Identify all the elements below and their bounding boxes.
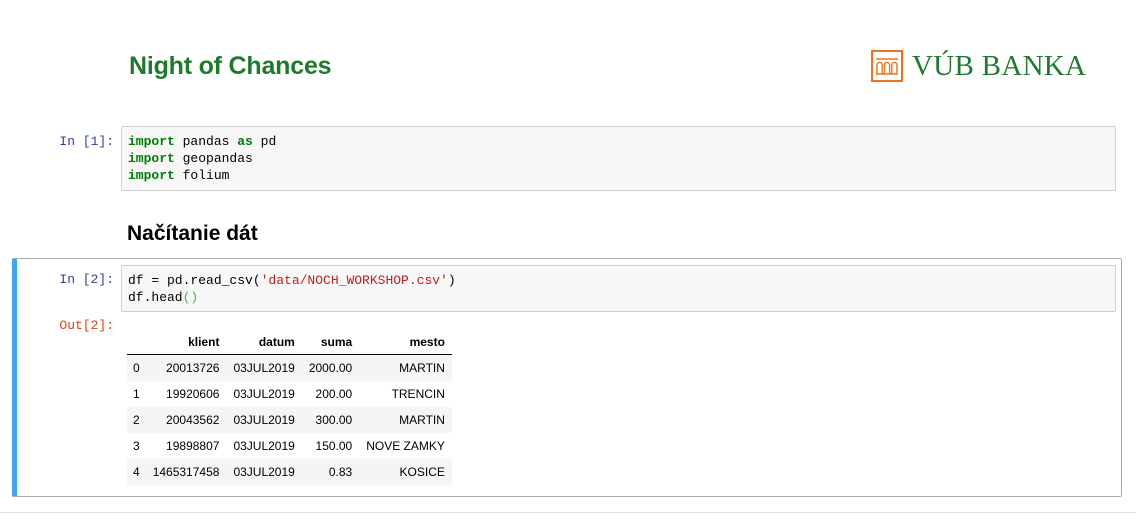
table-body: 0 20013726 03JUL2019 2000.00 MARTIN 1 19920606… xyxy=(127,354,452,485)
table-cell: 1465317458 xyxy=(152,465,220,479)
input-prompt: In [1]: xyxy=(59,134,114,149)
page-title: Night of Chances xyxy=(129,52,332,80)
code-token: pandas xyxy=(174,134,238,149)
table-cell: 20013726 xyxy=(166,361,220,375)
code-token: pd xyxy=(252,134,277,149)
table-cell: 0.83 xyxy=(328,465,353,479)
table-cell: 03JUL2019 xyxy=(233,439,295,453)
divider xyxy=(0,512,1136,513)
code-token: df = pd.read_csv( xyxy=(128,273,261,288)
code-line: import folium xyxy=(128,167,1109,184)
row-index: 2 xyxy=(133,413,140,427)
table-cell: 03JUL2019 xyxy=(233,361,295,375)
table-cell: 300.00 xyxy=(315,413,353,427)
table-cell: 150.00 xyxy=(315,439,353,453)
input-prompt: In [2]: xyxy=(59,272,114,287)
code-line: df = pd.read_csv('data/NOCH_WORKSHOP.csv… xyxy=(128,272,1109,289)
dataframe-table: klient datum suma mesto 0 20013726 03JUL2019 2… xyxy=(127,330,452,485)
table-cell: MARTIN xyxy=(399,413,445,427)
table-cell: 19920606 xyxy=(166,387,220,401)
vub-logo: VÚB BANKA xyxy=(871,49,1086,83)
row-index: 3 xyxy=(133,439,140,453)
notebook: Night of Chances VÚB BANKA In [1]: impor… xyxy=(0,0,1136,514)
code-line: df.head() xyxy=(128,289,1109,306)
table-cell: NOVE ZAMKY xyxy=(366,439,445,453)
table-cell: KOSICE xyxy=(399,465,445,479)
code-token: import xyxy=(128,168,175,183)
table-row: 0 20013726 03JUL2019 2000.00 MARTIN xyxy=(127,354,452,381)
code-token: import xyxy=(128,151,175,166)
row-index: 0 xyxy=(133,361,140,375)
table-cell: 03JUL2019 xyxy=(233,413,295,427)
table-cell: TRENCIN xyxy=(391,387,445,401)
table-cell: 20043562 xyxy=(166,413,220,427)
code-line: import geopandas xyxy=(128,150,1109,167)
column-header: datum xyxy=(226,330,302,355)
table-cell: 200.00 xyxy=(315,387,353,401)
table-row: 3 19898807 03JUL2019 150.00 NOVE ZAMKY xyxy=(127,433,452,459)
vub-arches-icon xyxy=(871,50,903,82)
table-cell: 03JUL2019 xyxy=(233,465,295,479)
code-token: as xyxy=(237,134,253,149)
section-heading: Načítanie dát xyxy=(127,222,258,245)
table-row: 2 20043562 03JUL2019 300.00 MARTIN xyxy=(127,407,452,433)
table-cell: MARTIN xyxy=(399,361,445,375)
table-cell: 2000.00 xyxy=(308,361,353,375)
code-token: geopandas xyxy=(174,151,253,166)
table-row: 1 19920606 03JUL2019 200.00 TRENCIN xyxy=(127,381,452,407)
code-token: folium xyxy=(174,168,230,183)
code-token: 'data/NOCH_WORKSHOP.csv' xyxy=(260,273,448,288)
table-header-row: klient datum suma mesto xyxy=(127,330,452,355)
code-cell-input[interactable]: import pandas as pd import geopandas impor… xyxy=(121,126,1116,191)
output-prompt: Out[2]: xyxy=(59,318,114,333)
column-header: klient xyxy=(145,330,227,355)
row-index: 1 xyxy=(133,387,140,401)
code-token: () xyxy=(182,290,199,305)
code-line: import pandas as pd xyxy=(128,133,1109,150)
column-header xyxy=(127,330,146,355)
column-header: suma xyxy=(301,330,360,355)
row-index: 4 xyxy=(133,465,140,479)
table-cell: 19898807 xyxy=(166,439,220,453)
code-token: df.head xyxy=(128,290,183,305)
table-row: 4 1465317458 03JUL2019 0.83 KOSICE xyxy=(127,459,452,485)
code-cell-input[interactable]: df = pd.read_csv('data/NOCH_WORKSHOP.csv… xyxy=(121,265,1116,312)
column-header: mesto xyxy=(359,330,452,355)
code-token: ) xyxy=(447,273,456,288)
code-token: import xyxy=(128,134,175,149)
table-cell: 03JUL2019 xyxy=(233,387,295,401)
logo-text: VÚB BANKA xyxy=(912,50,1087,82)
